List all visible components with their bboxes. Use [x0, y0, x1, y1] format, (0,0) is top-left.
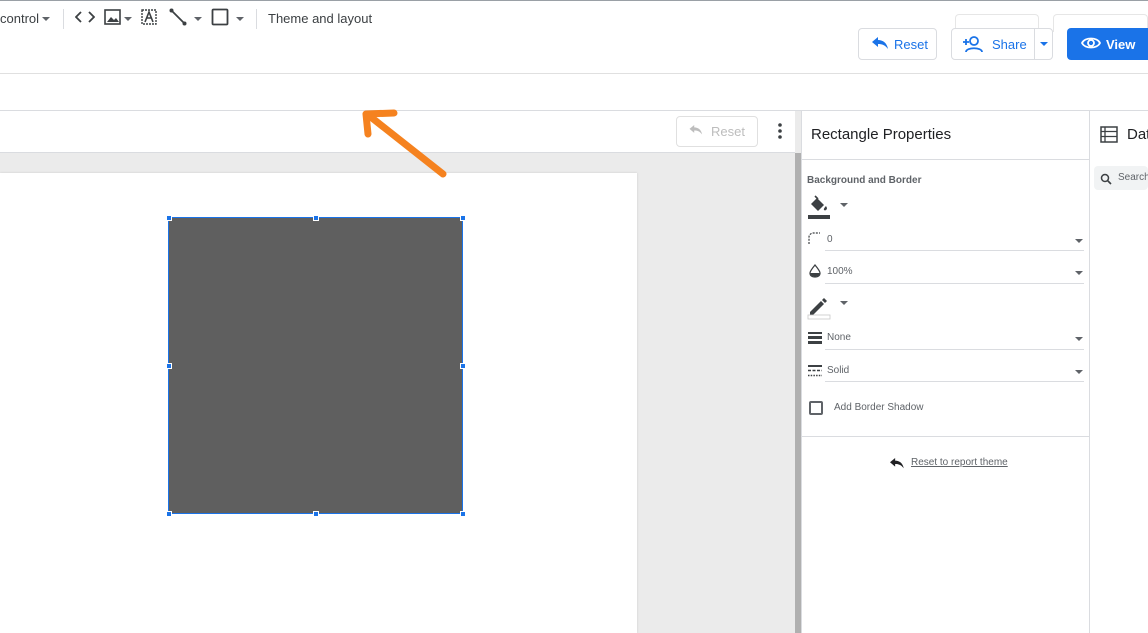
divider: [802, 159, 1089, 160]
field-underline: [825, 381, 1084, 382]
chevron-down-icon: [840, 203, 849, 207]
search-icon: [1100, 172, 1112, 190]
toolbar-divider: [256, 9, 257, 29]
chevron-down-icon[interactable]: [1075, 271, 1083, 275]
control-menu-label: control: [0, 11, 40, 26]
toolbar-divider: [63, 9, 64, 29]
canvas-reset-button[interactable]: Reset: [676, 116, 758, 147]
code-icon: [74, 10, 96, 27]
rectangle-icon: [211, 8, 229, 29]
chevron-down-icon: [124, 16, 132, 21]
corner-radius-value[interactable]: 0: [827, 234, 833, 245]
chevron-down-icon: [42, 16, 51, 21]
paint-bucket-icon: [807, 194, 831, 225]
eye-icon: [1080, 36, 1102, 53]
opacity-value[interactable]: 100%: [827, 266, 853, 277]
corner-radius-icon: [808, 232, 821, 250]
border-weight-icon: [808, 331, 822, 349]
selected-rectangle[interactable]: [168, 217, 463, 514]
toolbar: [0, 74, 1148, 111]
text-button[interactable]: [140, 0, 158, 37]
resize-handle[interactable]: [166, 363, 172, 369]
fill-color-picker[interactable]: [807, 194, 849, 225]
resize-handle[interactable]: [166, 511, 172, 517]
border-style-value[interactable]: Solid: [827, 365, 849, 376]
resize-handle[interactable]: [313, 215, 319, 221]
view-button[interactable]: View: [1067, 28, 1148, 60]
border-shadow-checkbox[interactable]: [809, 401, 823, 415]
border-shadow-label: Add Border Shadow: [834, 402, 924, 413]
reset-button-label: Reset: [894, 36, 928, 52]
border-weight-value[interactable]: None: [827, 332, 851, 343]
resize-handle[interactable]: [460, 215, 466, 221]
view-button-label: View: [1106, 36, 1136, 52]
annotation-arrow-icon: [358, 104, 450, 185]
chevron-down-icon: [1039, 42, 1048, 46]
more-options-icon[interactable]: [776, 122, 784, 145]
pencil-icon: [807, 294, 831, 325]
undo-icon: [687, 124, 703, 139]
data-panel-title: Dat: [1127, 126, 1148, 143]
resize-handle[interactable]: [460, 511, 466, 517]
opacity-icon: [809, 263, 821, 283]
border-style-icon: [808, 364, 822, 382]
resize-handle[interactable]: [313, 511, 319, 517]
resize-handle[interactable]: [460, 363, 466, 369]
embed-code-button[interactable]: [74, 0, 96, 37]
reset-button[interactable]: Reset: [858, 28, 937, 60]
share-dropdown-button[interactable]: [1034, 28, 1053, 60]
divider: [802, 436, 1089, 437]
chevron-down-icon: [840, 301, 849, 305]
reset-to-theme-link[interactable]: Reset to report theme: [911, 457, 1008, 468]
line-icon: [169, 8, 187, 29]
undo-icon: [869, 37, 889, 51]
search-placeholder: Search: [1118, 172, 1148, 183]
chevron-down-icon[interactable]: [1075, 239, 1083, 243]
chevron-down-icon[interactable]: [1075, 337, 1083, 341]
section-label: Background and Border: [807, 175, 922, 186]
canvas-reset-label: Reset: [711, 124, 745, 139]
field-underline: [825, 349, 1084, 350]
field-underline: [825, 250, 1084, 251]
theme-and-layout-label: Theme and layout: [268, 11, 373, 26]
field-underline: [825, 283, 1084, 284]
undo-icon: [886, 457, 906, 475]
properties-title: Rectangle Properties: [811, 126, 952, 143]
resize-handle[interactable]: [166, 215, 172, 221]
text-box-icon: [140, 8, 158, 29]
border-color-picker[interactable]: [807, 294, 849, 325]
chevron-down-icon: [194, 16, 202, 21]
chevron-down-icon: [236, 16, 244, 21]
theme-and-layout-button[interactable]: Theme and layout: [268, 0, 372, 37]
data-source-icon: [1100, 126, 1118, 148]
image-button[interactable]: [104, 0, 132, 37]
line-button[interactable]: [169, 0, 202, 37]
share-button-label: Share: [992, 36, 1027, 52]
share-button[interactable]: Share: [951, 28, 1035, 60]
add-control-menu[interactable]: control: [0, 0, 51, 37]
image-icon: [104, 9, 121, 28]
chevron-down-icon[interactable]: [1075, 370, 1083, 374]
add-person-icon: [963, 36, 985, 52]
shape-button[interactable]: [211, 0, 244, 37]
